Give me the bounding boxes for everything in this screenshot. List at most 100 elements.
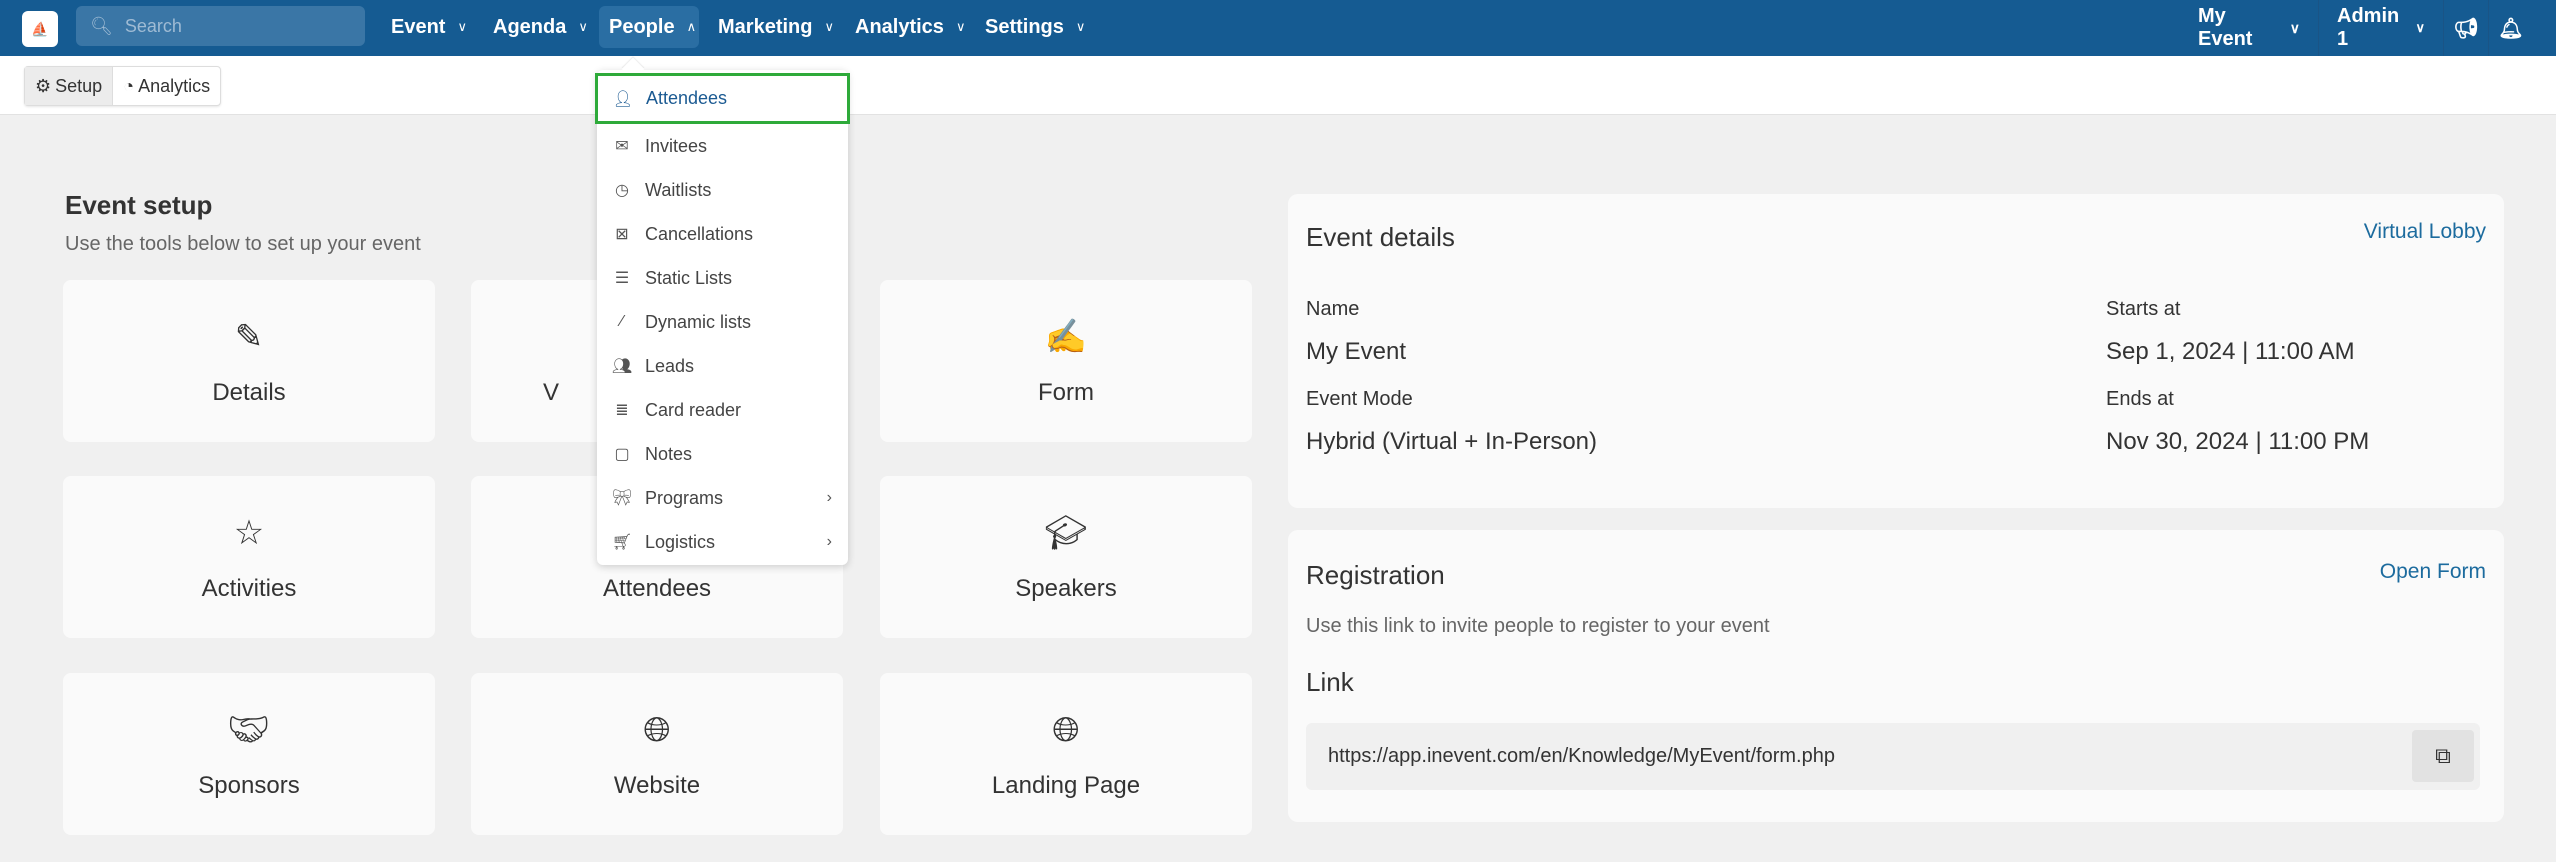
link-label: Link: [1306, 667, 1354, 697]
chevron-down-icon: ∨: [2289, 19, 2300, 36]
section-subtitle: Use the tools below to set up your event: [65, 233, 421, 255]
virtual-lobby-link[interactable]: Virtual Lobby: [2364, 220, 2486, 244]
analytics-label: Analytics: [138, 75, 211, 96]
copy-icon: ⧉: [2435, 743, 2451, 768]
note-icon: ▢: [614, 446, 630, 463]
chevron-up-icon: ∧: [686, 19, 697, 34]
globe-icon: 🌐︎: [643, 711, 671, 749]
cart-icon: 🛒︎: [611, 534, 633, 551]
nav-marketing[interactable]: Marketing ∨: [708, 6, 844, 48]
view-toggle: ⚙ Setup ◔ Analytics: [24, 66, 222, 106]
menu-item-invitees[interactable]: ✉ Invitees: [597, 124, 848, 168]
nav-analytics[interactable]: Analytics ∨: [845, 6, 975, 48]
nav-people[interactable]: People ∧: [599, 6, 699, 48]
chevron-down-icon: ∨: [578, 19, 588, 34]
chevron-right-icon: ›: [826, 489, 832, 506]
search-input[interactable]: 🔍︎ Search: [76, 6, 365, 46]
menu-item-logistics[interactable]: 🛒︎ Logistics ›: [597, 520, 848, 564]
registration-url: https://app.inevent.com/en/Knowledge/MyE…: [1328, 745, 1835, 767]
card-website[interactable]: 🌐︎ Website: [471, 673, 843, 835]
mode-value: Hybrid (Virtual + In-Person): [1306, 428, 1597, 455]
menu-item-label: Cancellations: [645, 223, 754, 244]
card-label: Form: [1038, 379, 1094, 406]
menu-item-leads[interactable]: 👥︎ Leads: [597, 344, 848, 388]
star-icon: ☆: [233, 514, 265, 552]
sub-toolbar: [0, 56, 2556, 115]
pencil-icon: ✎: [234, 318, 264, 356]
panel-title: Registration: [1306, 560, 1445, 590]
end-label: Ends at: [2106, 388, 2174, 410]
user-menu[interactable]: Admin 1 ∨: [2318, 0, 2443, 56]
card-label: Details: [212, 379, 286, 406]
graduation-cap-icon: 🎓︎: [1044, 514, 1088, 552]
menu-item-label: Invitees: [645, 135, 708, 156]
menu-item-label: Logistics: [645, 531, 716, 552]
analytics-tab[interactable]: ◔ Analytics: [113, 67, 220, 105]
menu-item-label: Waitlists: [645, 179, 712, 200]
megaphone-icon[interactable]: 📢︎: [2443, 0, 2488, 56]
card-details[interactable]: ✎ Details: [63, 280, 435, 442]
setup-tab[interactable]: ⚙ Setup: [25, 67, 114, 105]
gears-icon: ⚙: [35, 75, 52, 96]
nav-event[interactable]: Event ∨: [381, 6, 477, 48]
menu-item-cancellations[interactable]: ⊠ Cancellations: [597, 212, 848, 256]
name-value: My Event: [1306, 338, 1407, 365]
nav-agenda[interactable]: Agenda ∨: [483, 6, 598, 48]
card-sponsors[interactable]: 🤝︎ Sponsors: [63, 673, 435, 835]
menu-item-label: Attendees: [646, 88, 728, 108]
nav-settings[interactable]: Settings ∨: [975, 6, 1095, 48]
globe-icon: 🌐︎: [1052, 711, 1080, 749]
registration-description: Use this link to invite people to regist…: [1306, 615, 1770, 637]
menu-item-notes[interactable]: ▢ Notes: [597, 432, 848, 476]
nav-label: People: [609, 15, 675, 38]
clock-icon: ◷: [615, 182, 629, 199]
nav-label: Analytics: [855, 15, 944, 38]
cancel-ticket-icon: ⊠: [615, 226, 629, 243]
card-label: Website: [613, 772, 701, 799]
nav-label: Event: [391, 15, 446, 38]
menu-item-label: Notes: [645, 443, 693, 464]
menu-item-label: Static Lists: [645, 267, 733, 288]
menu-item-label: Dynamic lists: [645, 311, 752, 332]
search-placeholder: Search: [124, 15, 182, 36]
card-label: Activities: [201, 575, 297, 602]
copy-button[interactable]: ⧉: [2412, 730, 2474, 782]
bell-icon[interactable]: 🔔︎: [2488, 0, 2533, 56]
envelope-icon: ✉: [615, 138, 629, 155]
card-speakers[interactable]: 🎓︎ Speakers: [880, 476, 1252, 638]
menu-item-dynamic-lists[interactable]: ⁄ Dynamic lists: [597, 300, 848, 344]
menu-item-label: Leads: [645, 355, 695, 376]
event-selector[interactable]: My Event ∨: [2180, 0, 2318, 56]
menu-item-label: Programs: [645, 487, 724, 508]
users-icon: 👥︎: [611, 358, 633, 375]
card-activities[interactable]: ☆ Activities: [63, 476, 435, 638]
scanner-icon: ≣: [615, 402, 629, 419]
panel-title: Event details: [1306, 222, 1455, 252]
edit-square-icon: ✍: [1044, 318, 1088, 356]
menu-item-waitlists[interactable]: ◷ Waitlists: [597, 168, 848, 212]
menu-item-attendees[interactable]: 👤︎ Attendees: [595, 73, 850, 124]
card-landing-page[interactable]: 🌐︎ Landing Page: [880, 673, 1252, 835]
nav-label: Marketing: [718, 15, 813, 38]
card-label: Sponsors: [198, 772, 300, 799]
card-form[interactable]: ✍ Form: [880, 280, 1252, 442]
open-form-link[interactable]: Open Form: [2380, 560, 2486, 584]
menu-item-static-lists[interactable]: ☰ Static Lists: [597, 256, 848, 300]
event-selector-label: My Event: [2198, 5, 2253, 50]
app-logo[interactable]: ⛵: [22, 11, 58, 47]
user-name: Admin 1: [2337, 5, 2400, 50]
setup-label: Setup: [55, 75, 103, 96]
name-label: Name: [1306, 298, 1360, 320]
menu-item-programs[interactable]: 🎀︎ Programs ›: [597, 476, 848, 520]
search-icon: 🔍︎: [90, 15, 113, 36]
chevron-down-icon: ∨: [457, 19, 467, 34]
people-dropdown-menu: 👤︎ Attendees ✉ Invitees ◷ Waitlists ⊠ Cancel…: [595, 57, 850, 565]
registration-link-field[interactable]: https://app.inevent.com/en/Knowledge/MyE…: [1306, 723, 2480, 790]
chevron-down-icon: ∨: [2415, 20, 2425, 35]
nav-label: Agenda: [493, 15, 567, 38]
card-label: Attendees: [602, 575, 712, 602]
nav-label: Settings: [985, 15, 1064, 38]
pie-chart-icon: ◔: [123, 75, 135, 96]
event-details-panel: Event details Virtual Lobby Name My Even…: [1288, 194, 2504, 508]
menu-item-card-reader[interactable]: ≣ Card reader: [597, 388, 848, 432]
